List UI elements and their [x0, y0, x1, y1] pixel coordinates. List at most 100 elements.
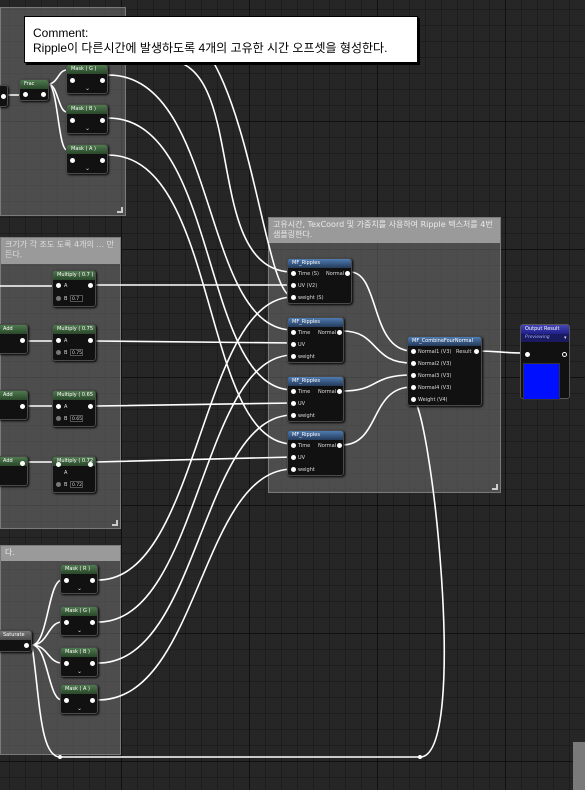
pin-label: B: [64, 482, 68, 488]
value-field[interactable]: 0.75: [70, 349, 83, 356]
add-node-top[interactable]: [0, 85, 8, 107]
input-pin-normal4[interactable]: [411, 385, 416, 390]
output-pin[interactable]: [88, 283, 93, 288]
input-pin-b[interactable]: [56, 482, 61, 487]
multiply-node-2[interactable]: Multiply ( 0.75 ) A B 0.75: [52, 324, 96, 361]
chevron-down-icon[interactable]: ⌄: [85, 166, 90, 172]
input-pin-weight[interactable]: [291, 413, 296, 418]
input-pin-time[interactable]: [291, 443, 296, 448]
output-pin-normal[interactable]: [337, 443, 342, 448]
value-field[interactable]: 0.72: [70, 481, 83, 488]
chevron-down-icon[interactable]: ⌄: [77, 706, 82, 712]
add-node-1[interactable]: Add: [0, 324, 28, 354]
input-pin-normal1[interactable]: [411, 349, 416, 354]
input-pin-a[interactable]: [56, 404, 61, 409]
input-pin-normal3[interactable]: [411, 373, 416, 378]
frac-node[interactable]: Frac: [19, 79, 49, 101]
output-pin[interactable]: [20, 404, 25, 409]
input-pin-a[interactable]: [56, 462, 61, 467]
output-pin[interactable]: [88, 404, 93, 409]
add-node-2[interactable]: Add: [0, 390, 28, 420]
mf-ripples-node-2[interactable]: MF_Ripples Time UV weight Normal: [287, 317, 344, 363]
wire: [95, 340, 294, 344]
value-field[interactable]: 0.7: [70, 295, 83, 302]
wire: [164, 59, 294, 273]
mask-a-node-low[interactable]: Mask ( A ) ⌄: [60, 684, 98, 714]
wire: [97, 414, 294, 664]
input-pin[interactable]: [64, 620, 69, 625]
mf-ripples-node-4[interactable]: MF_Ripples Time UV weight Normal: [287, 430, 344, 476]
input-pin-weight[interactable]: [291, 295, 296, 300]
mask-a-node[interactable]: Mask ( A ) ⌄: [66, 144, 108, 174]
input-pin-uv[interactable]: [291, 283, 296, 288]
output-pin[interactable]: [90, 578, 95, 583]
input-pin[interactable]: [64, 698, 69, 703]
output-pin[interactable]: [100, 158, 105, 163]
input-pin-b[interactable]: [56, 296, 61, 301]
output-pin-result[interactable]: [474, 349, 479, 354]
mask-g-node-low[interactable]: Mask ( G ) ⌄: [60, 606, 98, 636]
output-pin[interactable]: [90, 620, 95, 625]
mask-b-node[interactable]: Mask ( B ) ⌄: [66, 104, 108, 134]
saturate-node[interactable]: Saturate: [0, 630, 32, 652]
multiply-node-3[interactable]: Multiply ( 0.65 ) A B 0.65: [52, 390, 96, 427]
output-pin-normal[interactable]: [337, 389, 342, 394]
collapse-arrow-icon[interactable]: ▾: [564, 335, 567, 341]
input-pin[interactable]: [525, 352, 530, 357]
chevron-down-icon[interactable]: ⌄: [85, 86, 90, 92]
output-pin[interactable]: [20, 338, 25, 343]
mf-ripples-node-3[interactable]: MF_Ripples Time UV weight Normal: [287, 376, 344, 422]
input-pin[interactable]: [64, 661, 69, 666]
output-pin[interactable]: [41, 92, 46, 97]
input-pin-time[interactable]: [291, 271, 296, 276]
input-pin-a[interactable]: [56, 283, 61, 288]
output-pin[interactable]: [562, 352, 567, 357]
pin-label: Normal3 (V3): [418, 373, 452, 379]
input-pin[interactable]: [23, 92, 28, 97]
mf-combine-four-normal-node[interactable]: MF_CombineFourNormal Normal1 (V3) Normal…: [407, 336, 482, 406]
input-pin[interactable]: [64, 578, 69, 583]
output-pin[interactable]: [90, 698, 95, 703]
output-pin[interactable]: [1, 94, 6, 99]
output-result-node[interactable]: Output Result Previewing ▾: [520, 324, 570, 400]
multiply-node-4[interactable]: Multiply ( 0.72 ) A B 0.72: [52, 456, 96, 493]
output-pin-normal[interactable]: [345, 271, 350, 276]
input-pin-uv[interactable]: [291, 455, 296, 460]
input-pin-b[interactable]: [56, 350, 61, 355]
chevron-down-icon[interactable]: ⌄: [77, 586, 82, 592]
output-pin[interactable]: [100, 118, 105, 123]
input-pin[interactable]: [70, 158, 75, 163]
input-pin[interactable]: [70, 78, 75, 83]
output-pin[interactable]: [90, 661, 95, 666]
input-pin-uv[interactable]: [291, 342, 296, 347]
add-node-3[interactable]: Add: [0, 456, 28, 486]
input-pin[interactable]: [70, 118, 75, 123]
mask-g-node[interactable]: Mask ( G ) ⌄: [66, 64, 108, 94]
chevron-down-icon[interactable]: ⌄: [77, 628, 82, 634]
pin-label: Normal: [318, 443, 337, 449]
mask-r-node[interactable]: Mask ( R ) ⌄: [60, 564, 98, 594]
input-pin-time[interactable]: [291, 389, 296, 394]
mf-ripples-node-1[interactable]: MF_Ripples Time (S) UV (V2) weight (S) N…: [287, 258, 352, 304]
output-pin[interactable]: [88, 338, 93, 343]
wire: [475, 350, 527, 354]
chevron-down-icon[interactable]: ⌄: [77, 669, 82, 675]
input-pin-normal2[interactable]: [411, 361, 416, 366]
value-field[interactable]: 0.65: [70, 415, 83, 422]
input-pin-time[interactable]: [291, 330, 296, 335]
output-pin[interactable]: [100, 78, 105, 83]
output-pin[interactable]: [24, 643, 29, 648]
output-pin[interactable]: [88, 462, 93, 467]
input-pin-weight[interactable]: [291, 467, 296, 472]
chevron-down-icon[interactable]: ⌄: [85, 126, 90, 132]
input-pin-weight[interactable]: [291, 354, 296, 359]
multiply-node-1[interactable]: Multiply ( 0.7 ) A B 0.7: [52, 270, 96, 307]
input-pin-weight[interactable]: [411, 397, 416, 402]
mask-b-node-low[interactable]: Mask ( B ) ⌄: [60, 647, 98, 677]
output-pin[interactable]: [20, 461, 25, 466]
input-pin-uv[interactable]: [291, 401, 296, 406]
output-pin-normal[interactable]: [337, 330, 342, 335]
input-pin-a[interactable]: [56, 338, 61, 343]
scrollbar-thumb[interactable]: [573, 742, 585, 790]
input-pin-b[interactable]: [56, 416, 61, 421]
